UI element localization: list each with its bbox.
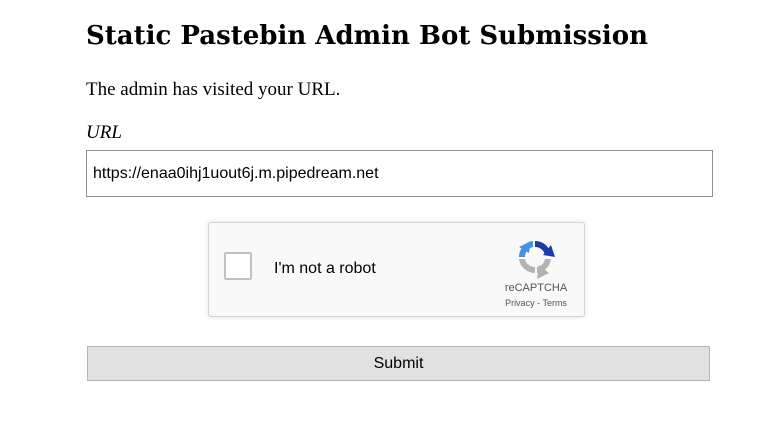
url-label: URL (86, 122, 122, 143)
page-title: Static Pastebin Admin Bot Submission (86, 21, 649, 51)
status-message: The admin has visited your URL. (86, 79, 341, 100)
url-input[interactable] (86, 150, 713, 197)
recaptcha-widget: I'm not a robot reCAPTCHA Privacy - Term… (208, 222, 585, 317)
recaptcha-checkbox[interactable] (224, 252, 252, 280)
recaptcha-link-separator: - (537, 298, 541, 308)
page: Static Pastebin Admin Bot Submission The… (0, 0, 763, 432)
submit-button[interactable]: Submit (87, 346, 710, 381)
recaptcha-links: Privacy - Terms (489, 298, 583, 309)
recaptcha-terms-link[interactable]: Terms (542, 298, 567, 308)
recaptcha-brand: reCAPTCHA (504, 282, 568, 294)
recaptcha-checkbox-label[interactable]: I'm not a robot (274, 259, 376, 279)
recaptcha-privacy-link[interactable]: Privacy (505, 298, 535, 308)
recaptcha-logo-icon (518, 240, 555, 279)
